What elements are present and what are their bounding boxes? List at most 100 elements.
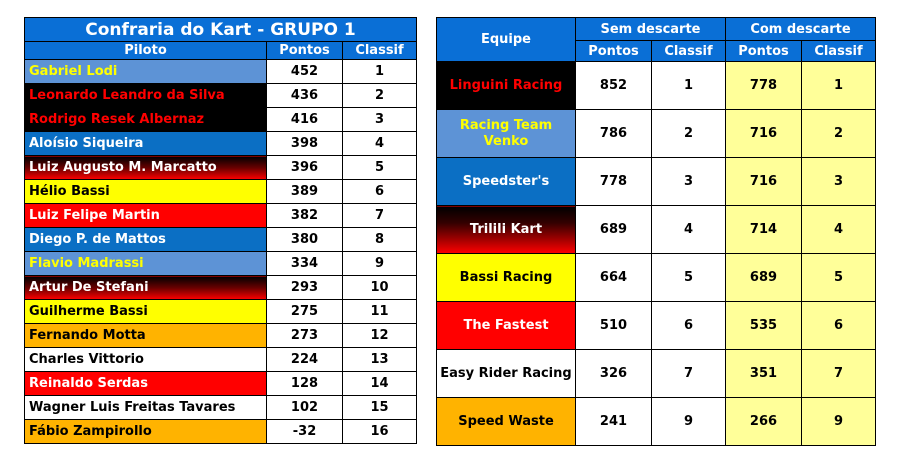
com-descarte-pontos: 716 xyxy=(725,109,802,158)
piloto-name: Diego P. de Mattos xyxy=(24,227,267,252)
piloto-classif: 2 xyxy=(342,83,417,108)
header-sem-pontos: Pontos xyxy=(575,40,652,62)
table-row: Flavio Madrassi 334 9 xyxy=(24,251,417,276)
equipe-name: Bassi Racing xyxy=(436,253,576,302)
piloto-pontos: 128 xyxy=(266,371,343,396)
table-row: The Fastest 510 6 535 6 xyxy=(436,301,876,350)
sem-descarte-pontos: 664 xyxy=(575,253,652,302)
header-sem-classif: Classif xyxy=(651,40,726,62)
piloto-pontos: 293 xyxy=(266,275,343,300)
equipe-name: Trilili Kart xyxy=(436,205,576,254)
table-row: Hélio Bassi 389 6 xyxy=(24,179,417,204)
com-descarte-classif: 7 xyxy=(801,349,876,398)
header-com-classif: Classif xyxy=(801,40,876,62)
piloto-classif: 12 xyxy=(342,323,417,348)
piloto-pontos: 334 xyxy=(266,251,343,276)
piloto-pontos: 398 xyxy=(266,131,343,156)
com-descarte-classif: 2 xyxy=(801,109,876,158)
header-com-descarte: Com descarte xyxy=(725,17,876,41)
piloto-name: Luiz Augusto M. Marcatto xyxy=(24,155,267,180)
table-row: Speedster's 778 3 716 3 xyxy=(436,157,876,206)
sem-descarte-pontos: 510 xyxy=(575,301,652,350)
com-descarte-pontos: 689 xyxy=(725,253,802,302)
piloto-name: Luiz Felipe Martin xyxy=(24,203,267,228)
sem-descarte-classif: 5 xyxy=(651,253,726,302)
piloto-classif: 1 xyxy=(342,59,417,84)
com-descarte-classif: 1 xyxy=(801,61,876,110)
table-row: Racing Team Venko 786 2 716 2 xyxy=(436,109,876,158)
table-row: Luiz Augusto M. Marcatto 396 5 xyxy=(24,155,417,180)
piloto-pontos: 416 xyxy=(266,107,343,132)
table-row: Guilherme Bassi 275 11 xyxy=(24,299,417,324)
com-descarte-classif: 4 xyxy=(801,205,876,254)
table-row: Trilili Kart 689 4 714 4 xyxy=(436,205,876,254)
table-row: Speed Waste 241 9 266 9 xyxy=(436,397,876,446)
piloto-pontos: 436 xyxy=(266,83,343,108)
com-descarte-classif: 6 xyxy=(801,301,876,350)
piloto-name: Leonardo Leandro da Silva xyxy=(24,83,267,108)
sem-descarte-classif: 2 xyxy=(651,109,726,158)
com-descarte-classif: 5 xyxy=(801,253,876,302)
com-descarte-pontos: 535 xyxy=(725,301,802,350)
sem-descarte-pontos: 326 xyxy=(575,349,652,398)
sem-descarte-classif: 1 xyxy=(651,61,726,110)
piloto-classif: 3 xyxy=(342,107,417,132)
com-descarte-classif: 9 xyxy=(801,397,876,446)
piloto-name: Fábio Zampirollo xyxy=(24,419,267,444)
piloto-classif: 5 xyxy=(342,155,417,180)
piloto-classif: 14 xyxy=(342,371,417,396)
table-row: Aloísio Siqueira 398 4 xyxy=(24,131,417,156)
piloto-name: Charles Vittorio xyxy=(24,347,267,372)
piloto-classif: 16 xyxy=(342,419,417,444)
sem-descarte-pontos: 786 xyxy=(575,109,652,158)
table-row: Bassi Racing 664 5 689 5 xyxy=(436,253,876,302)
piloto-name: Artur De Stefani xyxy=(24,275,267,300)
piloto-name: Flavio Madrassi xyxy=(24,251,267,276)
piloto-name: Guilherme Bassi xyxy=(24,299,267,324)
table-row: Reinaldo Serdas 128 14 xyxy=(24,371,417,396)
table-row: Fernando Motta 273 12 xyxy=(24,323,417,348)
piloto-pontos: 273 xyxy=(266,323,343,348)
piloto-classif: 10 xyxy=(342,275,417,300)
sem-descarte-pontos: 241 xyxy=(575,397,652,446)
header-sem-descarte: Sem descarte xyxy=(575,17,726,41)
piloto-pontos: 275 xyxy=(266,299,343,324)
table-row: Fábio Zampirollo -32 16 xyxy=(24,419,417,444)
piloto-classif: 13 xyxy=(342,347,417,372)
com-descarte-pontos: 716 xyxy=(725,157,802,206)
piloto-classif: 4 xyxy=(342,131,417,156)
sem-descarte-classif: 6 xyxy=(651,301,726,350)
table-row: Leonardo Leandro da Silva 436 2 xyxy=(24,83,417,108)
header-equipe: Equipe xyxy=(436,17,576,62)
table-row: Diego P. de Mattos 380 8 xyxy=(24,227,417,252)
com-descarte-pontos: 266 xyxy=(725,397,802,446)
piloto-classif: 6 xyxy=(342,179,417,204)
piloto-name: Fernando Motta xyxy=(24,323,267,348)
piloto-classif: 9 xyxy=(342,251,417,276)
sem-descarte-pontos: 689 xyxy=(575,205,652,254)
sem-descarte-classif: 4 xyxy=(651,205,726,254)
sem-descarte-classif: 7 xyxy=(651,349,726,398)
table-row: Linguini Racing 852 1 778 1 xyxy=(436,61,876,110)
sem-descarte-pontos: 852 xyxy=(575,61,652,110)
piloto-pontos: -32 xyxy=(266,419,343,444)
piloto-name: Rodrigo Resek Albernaz xyxy=(24,107,267,132)
piloto-name: Reinaldo Serdas xyxy=(24,371,267,396)
piloto-name: Hélio Bassi xyxy=(24,179,267,204)
header-classif: Classif xyxy=(342,41,417,60)
sem-descarte-pontos: 778 xyxy=(575,157,652,206)
piloto-pontos: 396 xyxy=(266,155,343,180)
header-com-pontos: Pontos xyxy=(725,40,802,62)
table-row: Rodrigo Resek Albernaz 416 3 xyxy=(24,107,417,132)
piloto-pontos: 380 xyxy=(266,227,343,252)
header-piloto: Piloto xyxy=(24,41,267,60)
piloto-pontos: 452 xyxy=(266,59,343,84)
piloto-pontos: 389 xyxy=(266,179,343,204)
piloto-pontos: 224 xyxy=(266,347,343,372)
piloto-classif: 7 xyxy=(342,203,417,228)
piloto-pontos: 382 xyxy=(266,203,343,228)
header-pontos: Pontos xyxy=(266,41,343,60)
piloto-classif: 8 xyxy=(342,227,417,252)
com-descarte-pontos: 778 xyxy=(725,61,802,110)
piloto-classif: 11 xyxy=(342,299,417,324)
